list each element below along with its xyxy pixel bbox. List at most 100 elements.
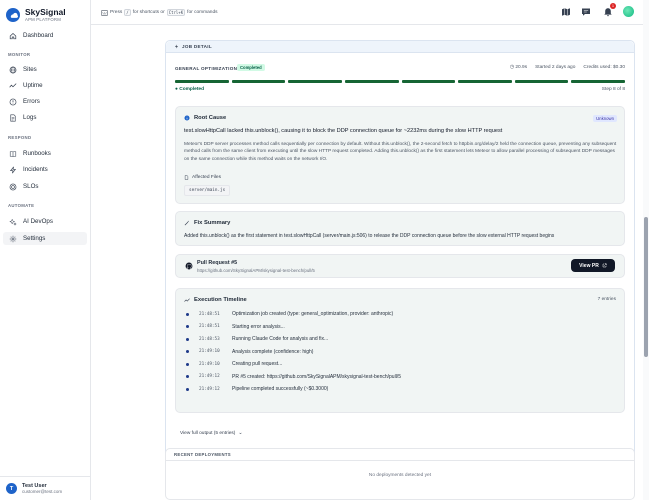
sidebar-item-uptime[interactable]: Uptime bbox=[3, 79, 87, 92]
command-key: Ctrl+K bbox=[166, 9, 186, 16]
timeline-time: 21:49:12 bbox=[199, 386, 220, 392]
sidebar-item-label: Incidents bbox=[23, 166, 48, 173]
job-detail-header: JOB DETAIL bbox=[166, 41, 634, 53]
file-icon bbox=[184, 175, 189, 180]
sidebar-item-settings[interactable]: Settings bbox=[3, 232, 87, 245]
timeline-time: 21:48:51 bbox=[199, 311, 220, 317]
timeline-entry: 21:48:51 Optimization job created (type: … bbox=[186, 311, 393, 317]
sidebar-item-logs[interactable]: Logs bbox=[3, 111, 87, 124]
progress-step bbox=[514, 80, 569, 83]
pr-url[interactable]: https://github.com/SkySignalAPM/skysigna… bbox=[197, 268, 315, 273]
progress-steps bbox=[175, 80, 625, 83]
sidebar-item-label: Errors bbox=[23, 98, 40, 105]
topbar: Press / for shortcuts or Ctrl+K for comm… bbox=[91, 0, 649, 25]
sidebar-item-runbooks[interactable]: Runbooks bbox=[3, 147, 87, 160]
message-icon[interactable] bbox=[581, 7, 591, 17]
timeline-dot bbox=[186, 375, 189, 378]
zap-icon bbox=[9, 166, 17, 173]
nav-section-monitor: MONITOR bbox=[8, 52, 31, 57]
map-icon[interactable] bbox=[561, 7, 571, 17]
main-content: JOB DETAIL GENERAL OPTIMIZATION Complete… bbox=[91, 25, 641, 500]
affected-files-label-text: Affected Files bbox=[192, 175, 221, 180]
sidebar-item-label: Logs bbox=[23, 114, 37, 121]
skysignal-logo-icon bbox=[6, 8, 20, 22]
view-full-output-toggle[interactable]: View full output (5 entries) ⌄ bbox=[180, 431, 242, 436]
timeline-time: 21:49:10 bbox=[199, 361, 220, 367]
sidebar-item-errors[interactable]: Errors bbox=[3, 95, 87, 108]
pull-request-card: Pull Request #5 https://github.com/SkySi… bbox=[175, 254, 625, 278]
timeline-dot bbox=[186, 350, 189, 353]
timeline-entry: 21:49:12 PR #5 created: https://github.co… bbox=[186, 374, 401, 380]
lightning-icon bbox=[175, 44, 178, 49]
brand-subtitle: APM PLATFORM bbox=[25, 16, 61, 22]
sidebar-item-incidents[interactable]: Incidents bbox=[3, 163, 87, 176]
affected-files-label: Affected Files bbox=[184, 175, 221, 180]
shortcut-key: / bbox=[124, 9, 131, 16]
alert-circle-icon bbox=[9, 98, 17, 105]
root-cause-card: Root Cause Unknown test.slowHttpCall lac… bbox=[175, 106, 625, 204]
timeline-entry: 21:49:10 Creating pull request... bbox=[186, 361, 282, 367]
view-pr-button[interactable]: View PR bbox=[571, 259, 615, 272]
progress-step bbox=[175, 80, 229, 83]
sidebar: SkySignal APM PLATFORM Dashboard MONITOR… bbox=[0, 0, 91, 500]
brand-name: SkySignal bbox=[25, 7, 66, 18]
timeline-text: PR #5 created: https://github.com/SkySig… bbox=[232, 373, 401, 380]
scrollbar-thumb[interactable] bbox=[644, 217, 648, 357]
brand[interactable]: SkySignal APM PLATFORM bbox=[6, 5, 66, 25]
timeline-dot bbox=[186, 362, 189, 366]
root-cause-description: Meteor's DDP server processes method cal… bbox=[184, 142, 617, 162]
hint-text-press: Press bbox=[110, 10, 123, 15]
confidence-badge: Unknown bbox=[593, 115, 617, 122]
user-profile[interactable]: T Test User customer@test.com bbox=[0, 476, 90, 500]
timeline-dot bbox=[186, 312, 189, 316]
book-icon bbox=[9, 150, 17, 157]
sidebar-item-label: AI DevOps bbox=[23, 218, 53, 225]
duration-value: 20.9s bbox=[515, 65, 528, 70]
progress-step bbox=[458, 80, 512, 83]
trend-icon bbox=[184, 298, 190, 302]
timeline-text: Pipeline completed successfully (~$0.300… bbox=[232, 386, 329, 392]
sidebar-item-label: Runbooks bbox=[23, 150, 51, 157]
timeline-time: 21:49:10 bbox=[199, 349, 220, 354]
status-indicator[interactable] bbox=[623, 6, 634, 17]
progress-step bbox=[288, 80, 342, 83]
file-text-icon bbox=[10, 113, 16, 122]
job-meta: ◷ 20.9s Started 2 days ago Credits used:… bbox=[510, 65, 625, 70]
globe-icon bbox=[9, 66, 17, 73]
sidebar-item-slos[interactable]: SLOs bbox=[3, 180, 87, 193]
recent-deployments-panel: RECENT DEPLOYMENTS No deployments detect… bbox=[165, 448, 635, 500]
progress-step bbox=[401, 80, 456, 83]
info-icon bbox=[184, 115, 190, 121]
sidebar-item-label: Uptime bbox=[23, 82, 43, 89]
root-cause-title: Root Cause bbox=[184, 115, 226, 121]
timeline-time: 21:48:53 bbox=[199, 336, 220, 342]
recent-deployments-empty: No deployments detected yet bbox=[368, 473, 432, 478]
avatar: T bbox=[6, 483, 17, 494]
app-root: SkySignal APM PLATFORM Dashboard MONITOR… bbox=[0, 0, 649, 500]
gear-icon bbox=[9, 235, 17, 242]
activity-icon bbox=[9, 82, 17, 87]
timeline-dot bbox=[186, 337, 189, 341]
hint-text-end: for commands bbox=[187, 10, 218, 15]
timeline-text: Analysis complete (confidence: high) bbox=[232, 348, 314, 355]
scrollbar[interactable] bbox=[643, 0, 649, 500]
shortcut-hint: Press / for shortcuts or Ctrl+K for comm… bbox=[101, 9, 218, 16]
job-detail-title: JOB DETAIL bbox=[182, 44, 212, 49]
step-counter: Step 8 of 8 bbox=[601, 87, 625, 92]
sidebar-item-ai-devops[interactable]: AI DevOps bbox=[3, 215, 87, 228]
timeline-title: Execution Timeline bbox=[184, 297, 247, 303]
timeline-title-text: Execution Timeline bbox=[194, 297, 247, 303]
job-status: ● Completed bbox=[175, 87, 205, 92]
pr-title: Pull Request #5 bbox=[197, 260, 238, 266]
user-email: customer@test.com bbox=[22, 489, 63, 495]
nav-section-automate: AUTOMATE bbox=[8, 203, 35, 208]
sidebar-item-dashboard[interactable]: Dashboard bbox=[3, 29, 87, 42]
timeline-count: 7 entries bbox=[597, 297, 616, 302]
keyboard-icon bbox=[101, 9, 108, 16]
timeline-dot bbox=[186, 325, 189, 328]
progress-step bbox=[231, 80, 286, 83]
job-detail-panel: JOB DETAIL GENERAL OPTIMIZATION Complete… bbox=[165, 40, 635, 463]
github-icon bbox=[185, 262, 193, 270]
sidebar-item-sites[interactable]: Sites bbox=[3, 63, 87, 76]
nav-section-respond: RESPOND bbox=[8, 135, 32, 140]
